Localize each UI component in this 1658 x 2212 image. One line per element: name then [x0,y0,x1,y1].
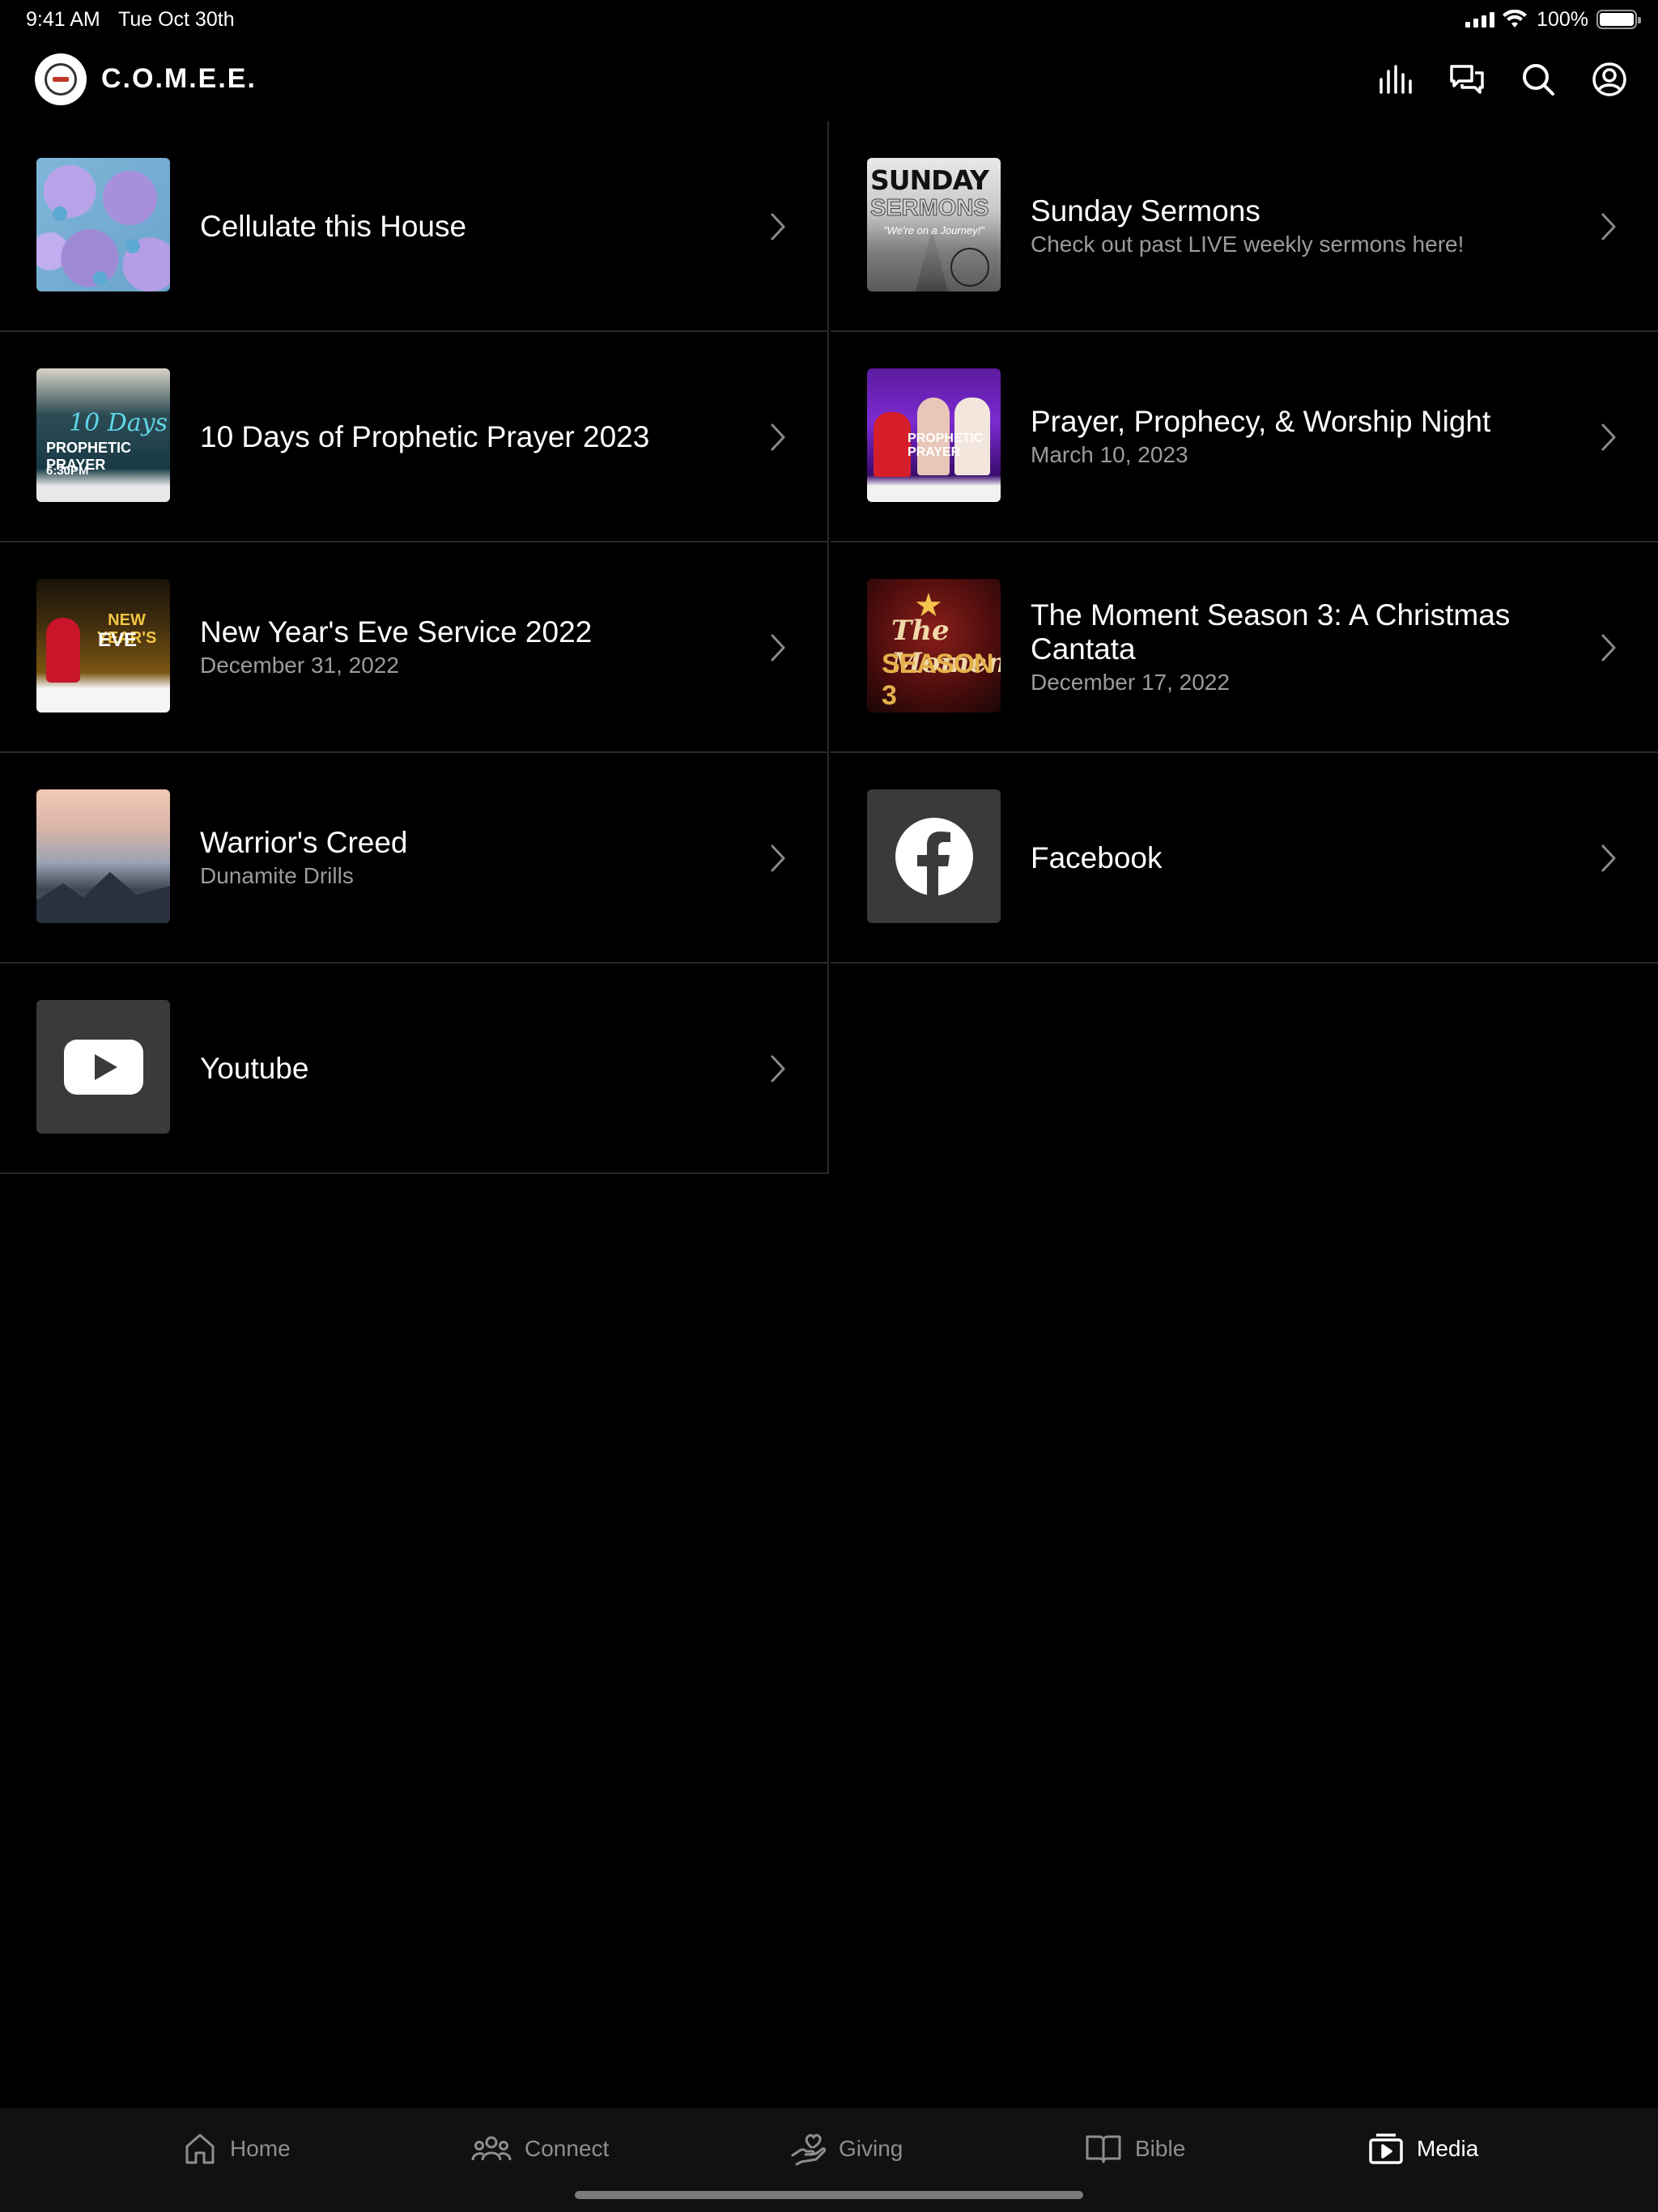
item-subtitle: Check out past LIVE weekly sermons here! [1031,232,1465,257]
battery-icon [1596,10,1641,29]
cells-image [36,158,170,291]
item-subtitle: March 10, 2023 [1031,442,1188,467]
people-icon [471,2136,512,2161]
tab-label: Media [1417,2136,1479,2161]
new-years-eve-flyer: NEW YEAR'S EVE [36,579,170,713]
tab-label: Giving [839,2136,903,2161]
app-header: C.O.M.E.E. [0,39,1658,120]
tab-connect[interactable]: Connect [471,2129,609,2168]
app-title: C.O.M.E.E. [101,63,257,94]
facebook-thumbnail [867,789,1001,923]
sunday-sermons-image: SUNDAY SERMONS "We're on a Journey!" [867,158,1001,291]
tab-bible[interactable]: Bible [1085,2129,1185,2168]
youtube-icon [63,1039,143,1095]
chevron-right-icon [1601,844,1616,872]
tab-label: Connect [525,2136,610,2161]
cellular-signal-icon [1465,11,1495,28]
audio-bars-icon[interactable] [1376,60,1415,99]
search-icon[interactable] [1519,60,1558,99]
app-logo[interactable] [35,53,87,105]
item-title: Warrior's Creed [200,826,408,859]
tab-home[interactable]: Home [183,2129,291,2168]
status-time: 9:41 AM [26,8,100,31]
chevron-right-icon [771,213,785,240]
item-title: Facebook [1031,841,1163,874]
media-item-warriors-creed[interactable]: Warrior's Creed Dunamite Drills [0,753,829,963]
book-icon [1086,2135,1121,2163]
item-title: Youtube [200,1052,309,1085]
facebook-icon [895,817,973,895]
media-item-sunday-sermons[interactable]: SUNDAY SERMONS "We're on a Journey!" Sun… [831,121,1658,332]
ten-days-flyer: 10 Days PROPHETIC PRAYER 6:30PM [36,368,170,502]
chevron-right-icon [771,423,785,451]
item-title: New Year's Eve Service 2022 [200,615,593,649]
status-indicators: 100% [1465,6,1641,32]
media-item-ten-days-prayer[interactable]: 10 Days PROPHETIC PRAYER 6:30PM 10 Days … [0,332,829,542]
chevron-right-icon [1601,213,1616,240]
home-icon [185,2133,215,2164]
giving-hand-icon [791,2133,826,2166]
media-item-the-moment[interactable]: ★ The Moment SEASON 3 The Moment Season … [831,542,1658,753]
media-item-cellulate[interactable]: Cellulate this House [0,121,829,332]
home-indicator[interactable] [575,2191,1083,2199]
item-subtitle: Dunamite Drills [200,863,354,888]
wifi-icon [1503,10,1528,28]
youtube-thumbnail [36,1000,170,1134]
status-date: Tue Oct 30th [118,8,235,31]
tab-label: Bible [1135,2136,1186,2161]
item-title: Cellulate this House [200,210,467,243]
chevron-right-icon [771,844,785,872]
chevron-right-icon [771,634,785,661]
media-item-new-years-eve[interactable]: NEW YEAR'S EVE New Year's Eve Service 20… [0,542,829,753]
chevron-right-icon [1601,634,1616,661]
chevron-right-icon [1601,423,1616,451]
chevron-right-icon [771,1055,785,1083]
media-item-prayer-prophecy-worship[interactable]: PROPHETIC PRAYER Prayer, Prophecy, & Wor… [831,332,1658,542]
media-item-facebook[interactable]: Facebook [831,753,1658,963]
mountain-clouds-image [36,789,170,923]
header-actions [1376,60,1629,99]
profile-icon[interactable] [1590,60,1629,99]
prophecy-flyer: PROPHETIC PRAYER [867,368,1001,502]
item-title: Prayer, Prophecy, & Worship Night [1031,405,1491,438]
battery-percentage: 100% [1537,7,1588,31]
chat-icon[interactable] [1448,60,1486,99]
item-subtitle: December 31, 2022 [200,653,399,678]
the-moment-flyer: ★ The Moment SEASON 3 [867,579,1001,713]
tab-giving[interactable]: Giving [790,2129,903,2168]
item-title: The Moment Season 3: A Christmas Cantata [1031,598,1511,666]
tab-label: Home [230,2136,291,2161]
tab-media[interactable]: Media [1368,2129,1478,2168]
item-title: 10 Days of Prophetic Prayer 2023 [200,420,650,453]
status-bar: 9:41 AM Tue Oct 30th 100% [0,0,1658,39]
media-play-icon [1369,2133,1403,2164]
item-subtitle: December 17, 2022 [1031,670,1230,695]
media-item-youtube[interactable]: Youtube [0,963,829,1174]
item-title: Sunday Sermons [1031,194,1261,228]
